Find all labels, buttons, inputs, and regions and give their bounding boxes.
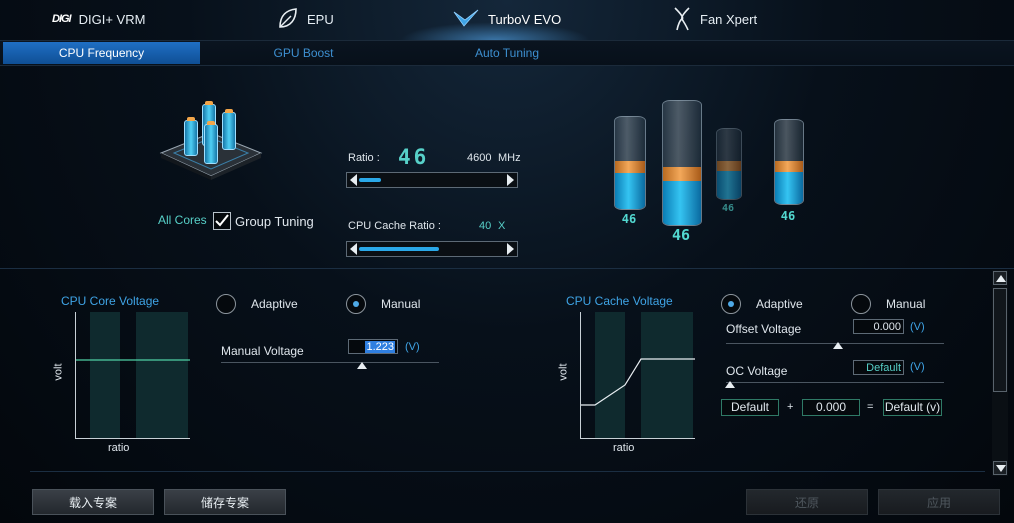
- slider-right-arrow-icon[interactable]: [507, 243, 514, 255]
- fan-x-icon: [674, 7, 690, 31]
- tab-gpu-boost[interactable]: GPU Boost: [205, 42, 402, 64]
- core-cylinder-main: [662, 100, 702, 226]
- cache-axis-y: volt: [557, 363, 570, 381]
- cache-ratio-slider[interactable]: [346, 241, 518, 257]
- all-cores-label: All Cores: [158, 213, 207, 227]
- cache-axis-x: ratio: [613, 442, 635, 454]
- ratio-label: Ratio :: [348, 152, 380, 164]
- arrow-down-icon: [996, 465, 1006, 472]
- apply-button[interactable]: 应用: [878, 489, 1000, 515]
- offset-voltage-slider-thumb[interactable]: [833, 342, 843, 349]
- offset-voltage-label: Offset Voltage: [726, 322, 802, 336]
- turbov-wing-icon: [453, 9, 479, 27]
- core-value-main: 46: [671, 226, 691, 244]
- cache-adaptive-label: Adaptive: [756, 297, 803, 311]
- ratio-slider-fill: [359, 178, 381, 182]
- oc-voltage-slider-thumb[interactable]: [725, 381, 735, 388]
- sum-result-field: Default (v): [883, 399, 942, 416]
- manual-voltage-unit: (V): [405, 341, 420, 353]
- nav-fan-xpert-label: Fan Xpert: [700, 11, 758, 27]
- nav-turbov-evo-label: TurboV EVO: [488, 11, 562, 27]
- offset-voltage-input[interactable]: 0.000: [853, 319, 904, 334]
- nav-epu-label: EPU: [307, 11, 334, 27]
- sum-equals-sign: =: [867, 401, 874, 413]
- tab-auto-tuning[interactable]: Auto Tuning: [407, 42, 607, 64]
- core-cylinder-2: [716, 128, 742, 200]
- manual-voltage-input[interactable]: 1.223: [348, 339, 398, 354]
- cache-ratio-value: 40: [479, 220, 492, 232]
- sum-offset-field: 0.000: [802, 399, 860, 416]
- manual-voltage-label: Manual Voltage: [221, 344, 304, 358]
- sub-tabs: CPU Frequency GPU Boost Auto Tuning: [0, 40, 1014, 66]
- manual-voltage-track: [221, 362, 439, 363]
- core-voltage-graph: [75, 312, 190, 439]
- turbov-evo-window: DIGI DIGI+ VRM EPU TurboV EVO Fan Xpert: [0, 0, 1014, 523]
- oc-voltage-track: [726, 382, 944, 383]
- core-adaptive-radio[interactable]: [216, 294, 236, 314]
- group-tuning-checkbox[interactable]: [213, 212, 231, 230]
- check-icon: [215, 214, 229, 227]
- radio-dot: [728, 301, 734, 307]
- cpu-cores-icon: [156, 98, 266, 180]
- cache-ratio-unit: X: [498, 220, 506, 232]
- slider-right-arrow-icon[interactable]: [507, 174, 514, 186]
- sum-default-field: Default: [721, 399, 779, 416]
- arrow-up-icon: [996, 275, 1006, 282]
- section-divider: [0, 268, 1014, 269]
- core-voltage-line: [76, 359, 190, 361]
- manual-voltage-slider-thumb[interactable]: [357, 362, 367, 369]
- load-profile-button[interactable]: 载入专案: [32, 489, 154, 515]
- cache-voltage-title: CPU Cache Voltage: [566, 294, 673, 308]
- core-value-2: 46: [721, 203, 735, 214]
- core-value-3: 46: [780, 209, 796, 223]
- group-tuning-label: Group Tuning: [235, 214, 314, 229]
- core-manual-radio[interactable]: [346, 294, 366, 314]
- tab-cpu-frequency[interactable]: CPU Frequency: [3, 42, 200, 64]
- cache-slider-fill: [359, 247, 439, 251]
- core-value-1: 46: [621, 212, 637, 226]
- top-nav: DIGI DIGI+ VRM EPU TurboV EVO Fan Xpert: [0, 0, 1014, 38]
- cache-ratio-label: CPU Cache Ratio :: [348, 220, 441, 232]
- manual-voltage-value: 1.223: [365, 341, 395, 353]
- nav-epu[interactable]: EPU: [277, 0, 334, 38]
- scroll-down-button[interactable]: [993, 461, 1007, 475]
- ratio-slider[interactable]: [346, 172, 518, 188]
- cache-voltage-graph: [580, 312, 695, 439]
- cache-manual-radio[interactable]: [851, 294, 871, 314]
- core-axis-x: ratio: [108, 442, 130, 454]
- nav-digi-vrm-label: DIGI+ VRM: [78, 11, 146, 27]
- core-cylinder-1: [614, 116, 646, 210]
- undo-button[interactable]: 还原: [746, 489, 868, 515]
- leaf-icon: [279, 8, 297, 28]
- core-voltage-title: CPU Core Voltage: [61, 294, 160, 308]
- offset-voltage-unit: (V): [910, 321, 925, 333]
- cache-manual-label: Manual: [886, 297, 926, 311]
- oc-voltage-input[interactable]: Default: [853, 360, 904, 375]
- nav-digi-vrm[interactable]: DIGI DIGI+ VRM: [52, 0, 145, 38]
- bottom-divider: [30, 471, 985, 472]
- core-axis-y: volt: [52, 363, 65, 381]
- scrollbar[interactable]: [992, 270, 1008, 476]
- scroll-thumb[interactable]: [993, 288, 1007, 392]
- core-cylinder-3: [774, 119, 804, 205]
- radio-dot: [353, 301, 359, 307]
- nav-fan-xpert[interactable]: Fan Xpert: [672, 0, 757, 38]
- ratio-value: 46: [398, 145, 430, 169]
- slider-left-arrow-icon[interactable]: [350, 243, 357, 255]
- save-profile-button[interactable]: 储存专案: [164, 489, 286, 515]
- cache-adaptive-radio[interactable]: [721, 294, 741, 314]
- oc-voltage-unit: (V): [910, 361, 925, 373]
- cache-voltage-line: [581, 358, 695, 406]
- mhz-unit: MHz: [498, 152, 521, 164]
- sum-plus-sign: +: [787, 401, 794, 413]
- scroll-up-button[interactable]: [993, 271, 1007, 285]
- oc-voltage-label: OC Voltage: [726, 364, 788, 378]
- slider-left-arrow-icon[interactable]: [350, 174, 357, 186]
- digi-logo-icon: DIGI: [52, 13, 72, 25]
- core-adaptive-label: Adaptive: [251, 297, 298, 311]
- mhz-value: 4600: [467, 152, 492, 164]
- nav-turbov-evo[interactable]: TurboV EVO: [452, 0, 561, 38]
- core-manual-label: Manual: [381, 297, 421, 311]
